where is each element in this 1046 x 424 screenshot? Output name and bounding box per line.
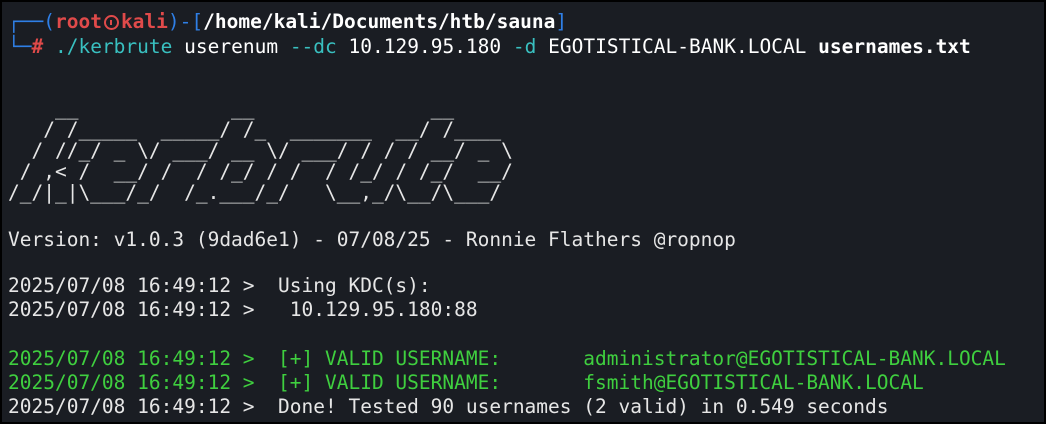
prompt-close: ] bbox=[555, 10, 568, 33]
terminal-window[interactable]: ┌──(root kali)-[/home/kali/Documents/htb/… bbox=[0, 0, 1046, 424]
command-executable: ./kerbrute bbox=[54, 35, 173, 58]
kerbrute-ascii-banner: __ __ __ / /_____ _____/ /_ _______ __/ … bbox=[8, 97, 513, 204]
command-dc-value: 10.129.95.180 bbox=[348, 35, 502, 58]
prompt-open: ┌──( bbox=[8, 10, 55, 33]
done-summary-line: 2025/07/08 16:49:12 > Done! Tested 90 us… bbox=[8, 395, 889, 418]
command-line[interactable]: └─# ./kerbrute userenum --dc 10.129.95.1… bbox=[8, 35, 971, 59]
command-file-arg: usernames.txt bbox=[818, 35, 971, 58]
command-flag-domain: -d bbox=[512, 35, 537, 58]
command-flag-dc: --dc bbox=[289, 35, 337, 58]
prompt-host: kali bbox=[120, 10, 168, 33]
command-subcommand: userenum bbox=[184, 35, 279, 58]
command-domain-value: EGOTISTICAL-BANK.LOCAL bbox=[548, 35, 807, 58]
kdc-line: 2025/07/08 16:49:12 > Using KDC(s): bbox=[8, 274, 431, 297]
prompt-header-line: ┌──(root kali)-[/home/kali/Documents/htb/… bbox=[8, 10, 567, 34]
prompt-mid: )-[ bbox=[167, 10, 204, 33]
valid-username-line-1: 2025/07/08 16:49:12 > [+] VALID USERNAME… bbox=[8, 347, 1006, 370]
prompt-path: /home/kali/Documents/htb/sauna bbox=[203, 10, 556, 33]
prompt-hash: # bbox=[31, 35, 44, 58]
version-line: Version: v1.0.3 (9dad6e1) - 07/08/25 - R… bbox=[8, 228, 736, 251]
valid-username-line-2: 2025/07/08 16:49:12 > [+] VALID USERNAME… bbox=[8, 371, 924, 394]
skull-icon bbox=[103, 15, 119, 30]
prompt-user: root bbox=[54, 10, 102, 33]
kdc-address-line: 2025/07/08 16:49:12 > 10.129.95.180:88 bbox=[8, 298, 478, 321]
prompt-corner: └─ bbox=[8, 35, 32, 58]
